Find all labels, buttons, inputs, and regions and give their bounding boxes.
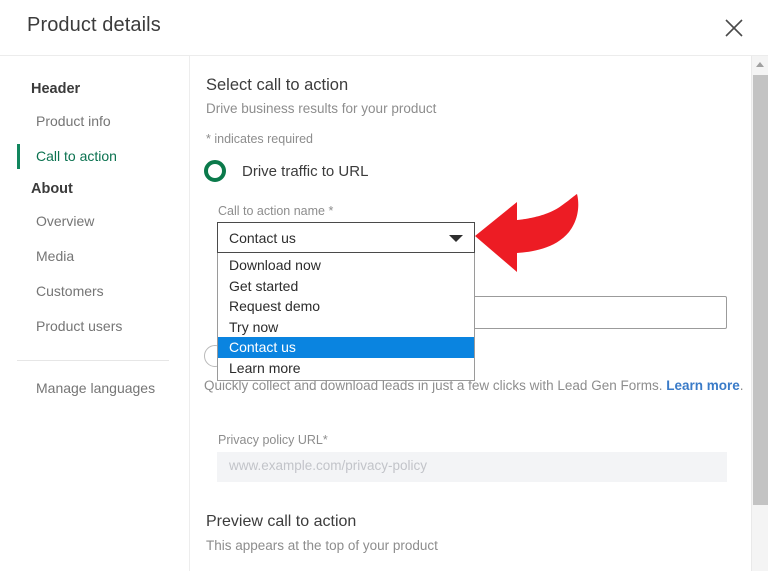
- sidebar-item-call-to-action[interactable]: Call to action: [0, 139, 189, 174]
- scrollbar-thumb[interactable]: [753, 75, 768, 505]
- privacy-policy-placeholder: www.example.com/privacy-policy: [229, 458, 427, 473]
- sidebar-divider: [17, 360, 169, 361]
- cta-name-selected-value: Contact us: [218, 230, 296, 246]
- leadgen-learn-more-link[interactable]: Learn more: [666, 378, 740, 393]
- radio-drive-traffic-label: Drive traffic to URL: [242, 163, 368, 180]
- section-subtitle: Drive business results for your product: [206, 101, 436, 116]
- sidebar-item-customers[interactable]: Customers: [0, 274, 189, 309]
- sidebar-item-manage-languages[interactable]: Manage languages: [0, 371, 189, 406]
- vertical-scrollbar[interactable]: [751, 56, 768, 571]
- dropdown-option-selected[interactable]: Contact us: [218, 337, 474, 358]
- sidebar-group-header: Header: [0, 74, 189, 104]
- product-details-dialog: Product details Header Product info Call…: [0, 0, 768, 571]
- main-content: Select call to action Drive business res…: [191, 56, 751, 571]
- privacy-policy-label: Privacy policy URL*: [218, 433, 328, 447]
- sidebar-item-product-users[interactable]: Product users: [0, 309, 189, 344]
- cta-name-select[interactable]: Contact us: [217, 222, 475, 253]
- preview-section-title: Preview call to action: [206, 513, 356, 531]
- close-icon: [723, 17, 745, 39]
- cta-name-dropdown-list[interactable]: Download now Get started Request demo Tr…: [217, 253, 475, 381]
- dialog-titlebar: Product details: [0, 0, 768, 56]
- required-indicator-note: * indicates required: [206, 132, 313, 146]
- sidebar-group-about: About: [0, 174, 189, 204]
- radio-selected-icon: [204, 160, 226, 182]
- scroll-up-arrow-icon[interactable]: [752, 56, 768, 73]
- sidebar-item-overview[interactable]: Overview: [0, 204, 189, 239]
- sidebar-navigation: Header Product info Call to action About…: [0, 56, 190, 571]
- close-button[interactable]: [716, 10, 752, 46]
- dropdown-option[interactable]: Get started: [218, 276, 474, 297]
- dropdown-option[interactable]: Learn more: [218, 358, 474, 379]
- sidebar-item-product-info[interactable]: Product info: [0, 104, 189, 139]
- section-title: Select call to action: [206, 76, 348, 95]
- chevron-down-icon: [449, 235, 463, 242]
- dropdown-option[interactable]: Request demo: [218, 296, 474, 317]
- leadgen-description-suffix: .: [740, 378, 744, 393]
- sidebar-item-media[interactable]: Media: [0, 239, 189, 274]
- cta-name-label: Call to action name *: [218, 204, 333, 218]
- dialog-title: Product details: [27, 14, 161, 37]
- radio-drive-traffic-to-url[interactable]: Drive traffic to URL: [204, 160, 368, 182]
- dropdown-option[interactable]: Download now: [218, 255, 474, 276]
- preview-section-subtitle: This appears at the top of your product: [206, 538, 438, 553]
- dropdown-option[interactable]: Try now: [218, 317, 474, 338]
